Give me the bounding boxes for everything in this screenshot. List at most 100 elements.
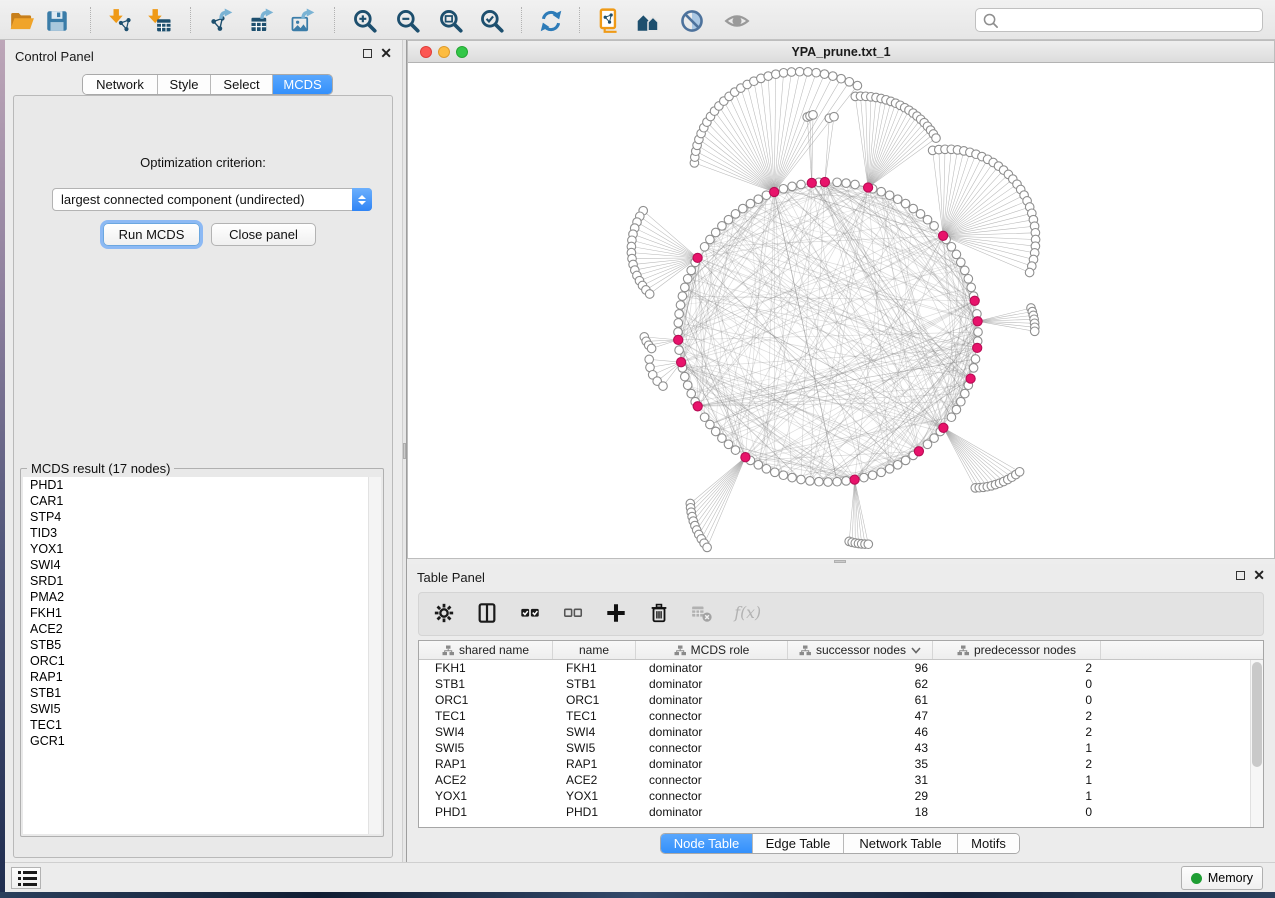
network-node[interactable] xyxy=(724,215,733,224)
task-history-button[interactable] xyxy=(11,867,41,889)
mcds-result-item[interactable]: SWI4 xyxy=(23,557,381,573)
mcds-result-item[interactable]: STP4 xyxy=(23,509,381,525)
network-node[interactable] xyxy=(809,111,818,120)
column-header-successor-nodes[interactable]: successor nodes xyxy=(788,641,933,659)
network-node[interactable] xyxy=(829,72,838,81)
network-node[interactable] xyxy=(645,290,654,299)
zoom-in-button[interactable] xyxy=(350,7,380,35)
close-panel-icon[interactable]: ✕ xyxy=(380,48,392,59)
column-header-MCDS-role[interactable]: MCDS role xyxy=(636,641,788,659)
network-node[interactable] xyxy=(797,180,806,189)
network-node[interactable] xyxy=(687,389,696,398)
table-row[interactable]: ORC1ORC1dominator610 xyxy=(419,692,1263,708)
network-node[interactable] xyxy=(771,468,780,477)
show-hide-columns-button[interactable] xyxy=(474,601,500,627)
table-row[interactable]: PHD1PHD1dominator180 xyxy=(419,804,1263,820)
table-scrollbar[interactable] xyxy=(1250,660,1263,827)
network-node[interactable] xyxy=(916,210,925,219)
network-node[interactable] xyxy=(868,471,877,480)
network-node[interactable] xyxy=(833,178,842,187)
mcds-hub-node[interactable] xyxy=(693,402,702,411)
table-row[interactable]: STB1STB1dominator620 xyxy=(419,676,1263,692)
memory-button[interactable]: Memory xyxy=(1181,866,1263,890)
network-node[interactable] xyxy=(842,179,851,188)
network-node[interactable] xyxy=(681,372,690,381)
mcds-result-item[interactable]: ORC1 xyxy=(23,653,381,669)
save-session-button[interactable] xyxy=(42,7,72,35)
network-node[interactable] xyxy=(952,405,961,414)
network-node[interactable] xyxy=(678,292,687,301)
network-node[interactable] xyxy=(961,389,970,398)
network-node[interactable] xyxy=(675,310,684,319)
mcds-result-item[interactable]: TEC1 xyxy=(23,717,381,733)
mcds-result-item[interactable]: STB5 xyxy=(23,637,381,653)
network-node[interactable] xyxy=(700,413,709,422)
network-node[interactable] xyxy=(659,382,668,391)
mcds-hub-node[interactable] xyxy=(970,296,979,305)
network-node[interactable] xyxy=(853,81,862,90)
network-canvas[interactable] xyxy=(408,63,1274,558)
mcds-result-item[interactable]: SRD1 xyxy=(23,573,381,589)
mcds-hub-node[interactable] xyxy=(939,423,948,432)
network-node[interactable] xyxy=(930,222,939,231)
mcds-result-item[interactable]: STB1 xyxy=(23,685,381,701)
mcds-hub-node[interactable] xyxy=(850,475,859,484)
network-node[interactable] xyxy=(909,204,918,213)
network-node[interactable] xyxy=(675,346,684,355)
network-node[interactable] xyxy=(731,446,740,455)
zoom-out-button[interactable] xyxy=(393,7,423,35)
network-node[interactable] xyxy=(806,477,815,486)
network-node[interactable] xyxy=(837,74,846,83)
network-node[interactable] xyxy=(877,187,886,196)
mcds-hub-node[interactable] xyxy=(770,187,779,196)
network-node[interactable] xyxy=(1015,468,1024,477)
network-node[interactable] xyxy=(739,204,748,213)
network-node[interactable] xyxy=(1025,268,1034,277)
network-node[interactable] xyxy=(833,477,842,486)
network-node[interactable] xyxy=(820,70,829,79)
network-node[interactable] xyxy=(676,301,685,310)
network-node[interactable] xyxy=(772,70,781,79)
network-node[interactable] xyxy=(947,243,956,252)
table-row[interactable]: SWI4SWI4dominator462 xyxy=(419,724,1263,740)
network-node[interactable] xyxy=(961,266,970,275)
table-row[interactable]: TEC1TEC1connector472 xyxy=(419,708,1263,724)
import-table-button[interactable] xyxy=(144,7,174,35)
mcds-hub-node[interactable] xyxy=(864,183,873,192)
network-node[interactable] xyxy=(952,250,961,259)
zoom-fit-button[interactable] xyxy=(436,7,466,35)
tab-select[interactable]: Select xyxy=(211,75,273,94)
mcds-result-item[interactable]: SWI5 xyxy=(23,701,381,717)
network-node[interactable] xyxy=(674,319,683,328)
splitter-handle[interactable] xyxy=(834,560,846,563)
float-panel-icon[interactable] xyxy=(1236,571,1245,580)
zoom-selected-button[interactable] xyxy=(477,7,507,35)
table-row[interactable]: YOX1YOX1connector291 xyxy=(419,788,1263,804)
network-node[interactable] xyxy=(762,465,771,474)
network-node[interactable] xyxy=(851,180,860,189)
tab-network-table[interactable]: Network Table xyxy=(844,834,958,853)
network-node[interactable] xyxy=(932,134,941,143)
network-node[interactable] xyxy=(885,191,894,200)
hide-selected-button[interactable] xyxy=(677,7,707,35)
mcds-hub-node[interactable] xyxy=(677,358,686,367)
network-node[interactable] xyxy=(795,67,804,76)
network-node[interactable] xyxy=(683,381,692,390)
mcds-hub-node[interactable] xyxy=(807,178,816,187)
export-table-button[interactable] xyxy=(248,7,278,35)
mcds-hub-node[interactable] xyxy=(973,343,982,352)
apply-layout-button[interactable] xyxy=(536,7,566,35)
network-node[interactable] xyxy=(647,344,656,353)
network-node[interactable] xyxy=(706,420,715,429)
run-mcds-button[interactable]: Run MCDS xyxy=(103,223,200,246)
table-row[interactable]: SWI5SWI5connector431 xyxy=(419,740,1263,756)
network-node[interactable] xyxy=(885,465,894,474)
network-node[interactable] xyxy=(804,68,813,77)
criterion-dropdown[interactable]: largest connected component (undirected) xyxy=(52,188,372,211)
mcds-result-item[interactable]: PMA2 xyxy=(23,589,381,605)
tab-edge-table[interactable]: Edge Table xyxy=(753,834,844,853)
network-node[interactable] xyxy=(893,195,902,204)
close-panel-icon[interactable]: ✕ xyxy=(1253,570,1265,581)
network-node[interactable] xyxy=(645,355,654,364)
mcds-hub-node[interactable] xyxy=(674,335,683,344)
